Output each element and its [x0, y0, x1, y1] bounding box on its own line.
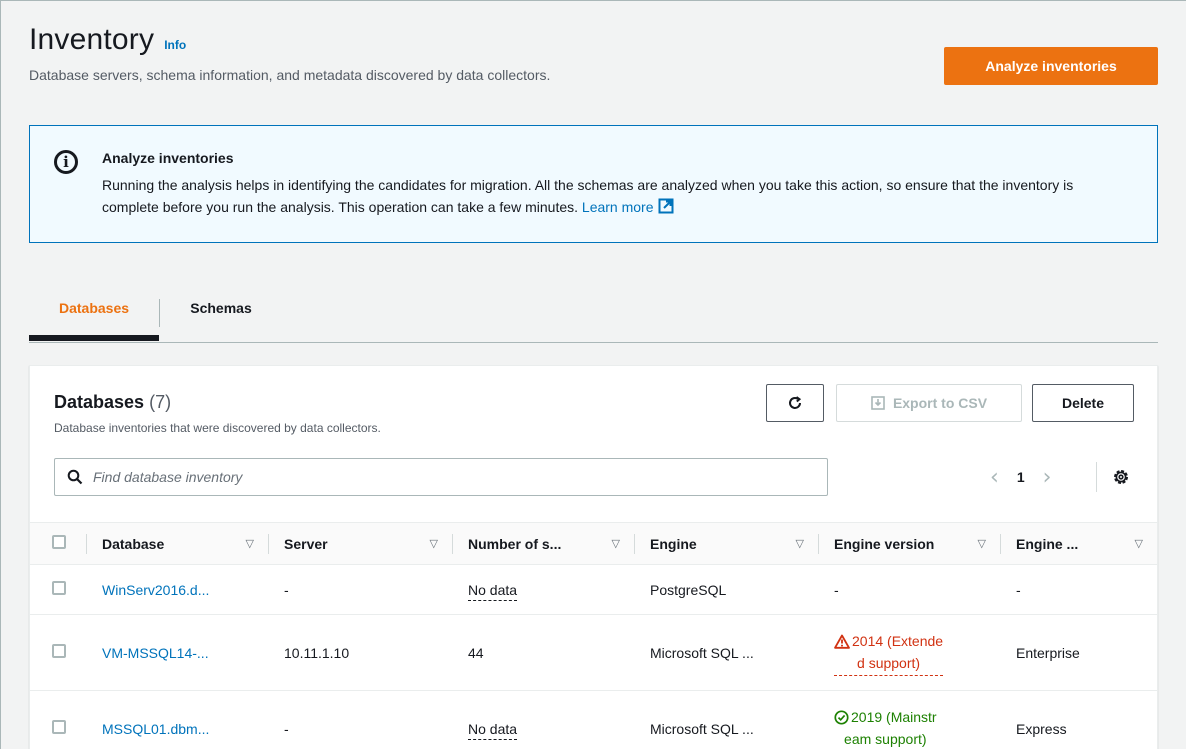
search-field[interactable] [54, 458, 828, 496]
database-link[interactable]: MSSQL01.dbm... [102, 721, 209, 737]
databases-panel: Databases (7) Database inventories that … [29, 365, 1158, 749]
databases-table: Database ▽ Server ▽ Number of s... ▽ Engine… [30, 522, 1157, 749]
page-number[interactable]: 1 [1017, 469, 1025, 485]
panel-count: (7) [149, 392, 172, 412]
panel-description: Database inventories that were discovere… [54, 421, 381, 435]
database-link[interactable]: WinServ2016.d... [102, 582, 209, 598]
search-input[interactable] [93, 469, 773, 485]
warning-icon [834, 634, 850, 649]
sort-caret-icon: ▽ [611, 538, 620, 550]
engine-version-cell: - [818, 564, 1000, 615]
row-select-cell [30, 690, 86, 749]
schemas-cell: No data [452, 690, 634, 749]
server-cell: - [268, 564, 452, 615]
table-header-row: Database ▽ Server ▽ Number of s... ▽ Engine… [30, 522, 1157, 565]
server-cell: 10.11.1.10 [268, 614, 452, 691]
alert-body: Running the analysis helps in identifyin… [102, 174, 1097, 218]
sort-caret-icon: ▽ [245, 538, 254, 550]
chevron-left-icon[interactable]: ‹ [990, 465, 999, 490]
row-checkbox[interactable] [52, 720, 66, 734]
engine-cell: Microsoft SQL ... [634, 690, 818, 749]
column-label: Server [284, 535, 328, 552]
search-icon [67, 469, 83, 485]
refresh-button[interactable] [766, 384, 824, 422]
engine-edition-cell: Express [1000, 690, 1157, 749]
column-label: Engine [650, 535, 697, 552]
chevron-right-icon[interactable]: › [1043, 465, 1052, 490]
column-header-engine[interactable]: Engine ▽ [634, 522, 818, 565]
info-link[interactable]: Info [164, 38, 186, 52]
engine-edition-cell: - [1000, 564, 1157, 615]
column-header-server[interactable]: Server ▽ [268, 522, 452, 565]
table-row[interactable]: WinServ2016.d... - No data PostgreSQL - … [30, 564, 1157, 615]
info-circle-icon: i [54, 150, 78, 174]
external-link-icon [658, 198, 673, 214]
download-icon [871, 396, 885, 410]
database-cell: WinServ2016.d... [86, 564, 268, 615]
sort-caret-icon: ▽ [795, 538, 804, 550]
check-circle-icon [834, 709, 849, 725]
delete-button[interactable]: Delete [1032, 384, 1134, 422]
engine-version-text: eam support) [844, 730, 927, 747]
engine-version-text: 2019 (Mainstr [851, 708, 937, 725]
sort-caret-icon: ▽ [1134, 538, 1143, 550]
database-cell: MSSQL01.dbm... [86, 690, 268, 749]
database-cell: VM-MSSQL14-... [86, 614, 268, 691]
column-header-number-of-schemas[interactable]: Number of s... ▽ [452, 522, 634, 565]
engine-cell: PostgreSQL [634, 564, 818, 615]
engine-cell: Microsoft SQL ... [634, 614, 818, 691]
column-label: Engine version [834, 535, 935, 552]
column-label: Database [102, 535, 165, 552]
learn-more-link[interactable]: Learn more [581, 198, 674, 215]
row-select-cell [30, 614, 86, 691]
engine-version-cell: 2014 (Extende d support) [818, 614, 1000, 691]
analyze-inventories-button[interactable]: Analyze inventories [944, 47, 1158, 85]
select-all-header [30, 522, 86, 565]
engine-version-status[interactable]: 2014 (Extende d support) [834, 630, 944, 676]
row-checkbox[interactable] [52, 581, 66, 595]
server-cell: - [268, 690, 452, 749]
database-link[interactable]: VM-MSSQL14-... [102, 645, 209, 661]
pager-divider [1096, 462, 1097, 492]
select-all-checkbox[interactable] [52, 535, 66, 549]
pagination: ‹ 1 › [990, 464, 1051, 490]
engine-edition-cell: Enterprise [1000, 614, 1157, 691]
schemas-cell: No data [452, 564, 634, 615]
sort-caret-icon: ▽ [429, 538, 438, 550]
page-title: Inventory [29, 23, 155, 56]
engine-version-status[interactable]: 2019 (Mainstr eam support) [834, 706, 937, 749]
no-data-popover[interactable]: No data [468, 581, 518, 601]
table-row[interactable]: MSSQL01.dbm... - No data Microsoft SQL .… [30, 690, 1157, 749]
refresh-icon [789, 396, 802, 409]
export-csv-label: Export to CSV [892, 395, 988, 411]
table-row[interactable]: VM-MSSQL14-... 10.11.1.10 44 Microsoft S… [30, 614, 1157, 691]
panel-title-text: Databases [54, 392, 145, 412]
column-header-engine-edition[interactable]: Engine ... ▽ [1000, 522, 1157, 565]
tab-schemas[interactable]: Schemas [159, 293, 283, 339]
engine-version-text: d support) [857, 654, 921, 671]
export-csv-button[interactable]: Export to CSV [836, 384, 1022, 422]
engine-version-text: 2014 (Extende [852, 632, 944, 649]
schemas-cell: 44 [452, 614, 634, 691]
tab-databases[interactable]: Databases [29, 293, 159, 339]
gear-icon[interactable] [1112, 468, 1130, 486]
sort-caret-icon: ▽ [977, 538, 986, 550]
tab-bar: Databases Schemas [29, 293, 1158, 343]
info-alert: i Analyze inventories Running the analys… [29, 125, 1158, 243]
no-data-popover[interactable]: No data [468, 720, 518, 740]
active-tab-indicator [29, 337, 159, 341]
row-select-cell [30, 564, 86, 615]
column-header-engine-version[interactable]: Engine version ▽ [818, 522, 1000, 565]
column-label: Number of s... [468, 535, 562, 552]
column-label: Engine ... [1016, 535, 1079, 552]
column-header-database[interactable]: Database ▽ [86, 522, 268, 565]
learn-more-label: Learn more [581, 199, 654, 215]
alert-title: Analyze inventories [102, 150, 234, 166]
panel-title: Databases (7) [54, 392, 171, 413]
engine-version-cell: 2019 (Mainstr eam support) [818, 690, 1000, 749]
row-checkbox[interactable] [52, 644, 66, 658]
